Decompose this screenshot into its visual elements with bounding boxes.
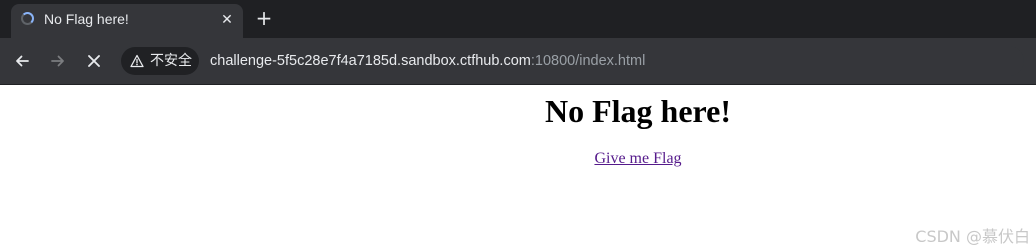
- page-title: No Flag here!: [544, 93, 732, 129]
- url-path: :10800/index.html: [530, 53, 646, 69]
- warning-triangle-icon: [130, 54, 144, 68]
- give-me-flag-link[interactable]: Give me Flag: [594, 150, 681, 167]
- stop-loading-button[interactable]: [82, 49, 106, 73]
- address-bar[interactable]: 不安全 challenge-5f5c28e7f4a7185d.sandbox.c…: [119, 46, 1024, 76]
- tab-close-icon[interactable]: ✕: [217, 10, 237, 30]
- security-chip[interactable]: 不安全: [121, 47, 199, 75]
- close-icon: [88, 55, 100, 67]
- url-host: challenge-5f5c28e7f4a7185d.sandbox.ctfhu…: [210, 53, 531, 69]
- arrow-left-icon: [16, 55, 29, 67]
- back-button[interactable]: [10, 49, 34, 73]
- new-tab-plus-icon[interactable]: +: [252, 6, 276, 30]
- tab-strip: No Flag here! ✕ +: [0, 0, 1036, 38]
- toolbar: 不安全 challenge-5f5c28e7f4a7185d.sandbox.c…: [0, 38, 1036, 85]
- watermark: CSDN @慕伏白: [915, 227, 1030, 246]
- forward-button[interactable]: [46, 49, 70, 73]
- tab-active[interactable]: No Flag here! ✕: [11, 4, 243, 38]
- loading-spinner-icon: [21, 12, 34, 25]
- security-label: 不安全: [150, 53, 192, 69]
- browser-chrome: No Flag here! ✕ + 不安全 challenge-5f5c28e7…: [0, 0, 1036, 85]
- page-content: No Flag here! Give me Flag CSDN @慕伏白: [0, 85, 1036, 250]
- flag-link-container: Give me Flag: [0, 149, 1036, 169]
- arrow-right-icon: [51, 55, 64, 67]
- url-text[interactable]: challenge-5f5c28e7f4a7185d.sandbox.ctfhu…: [210, 52, 645, 70]
- tab-title: No Flag here!: [44, 11, 129, 27]
